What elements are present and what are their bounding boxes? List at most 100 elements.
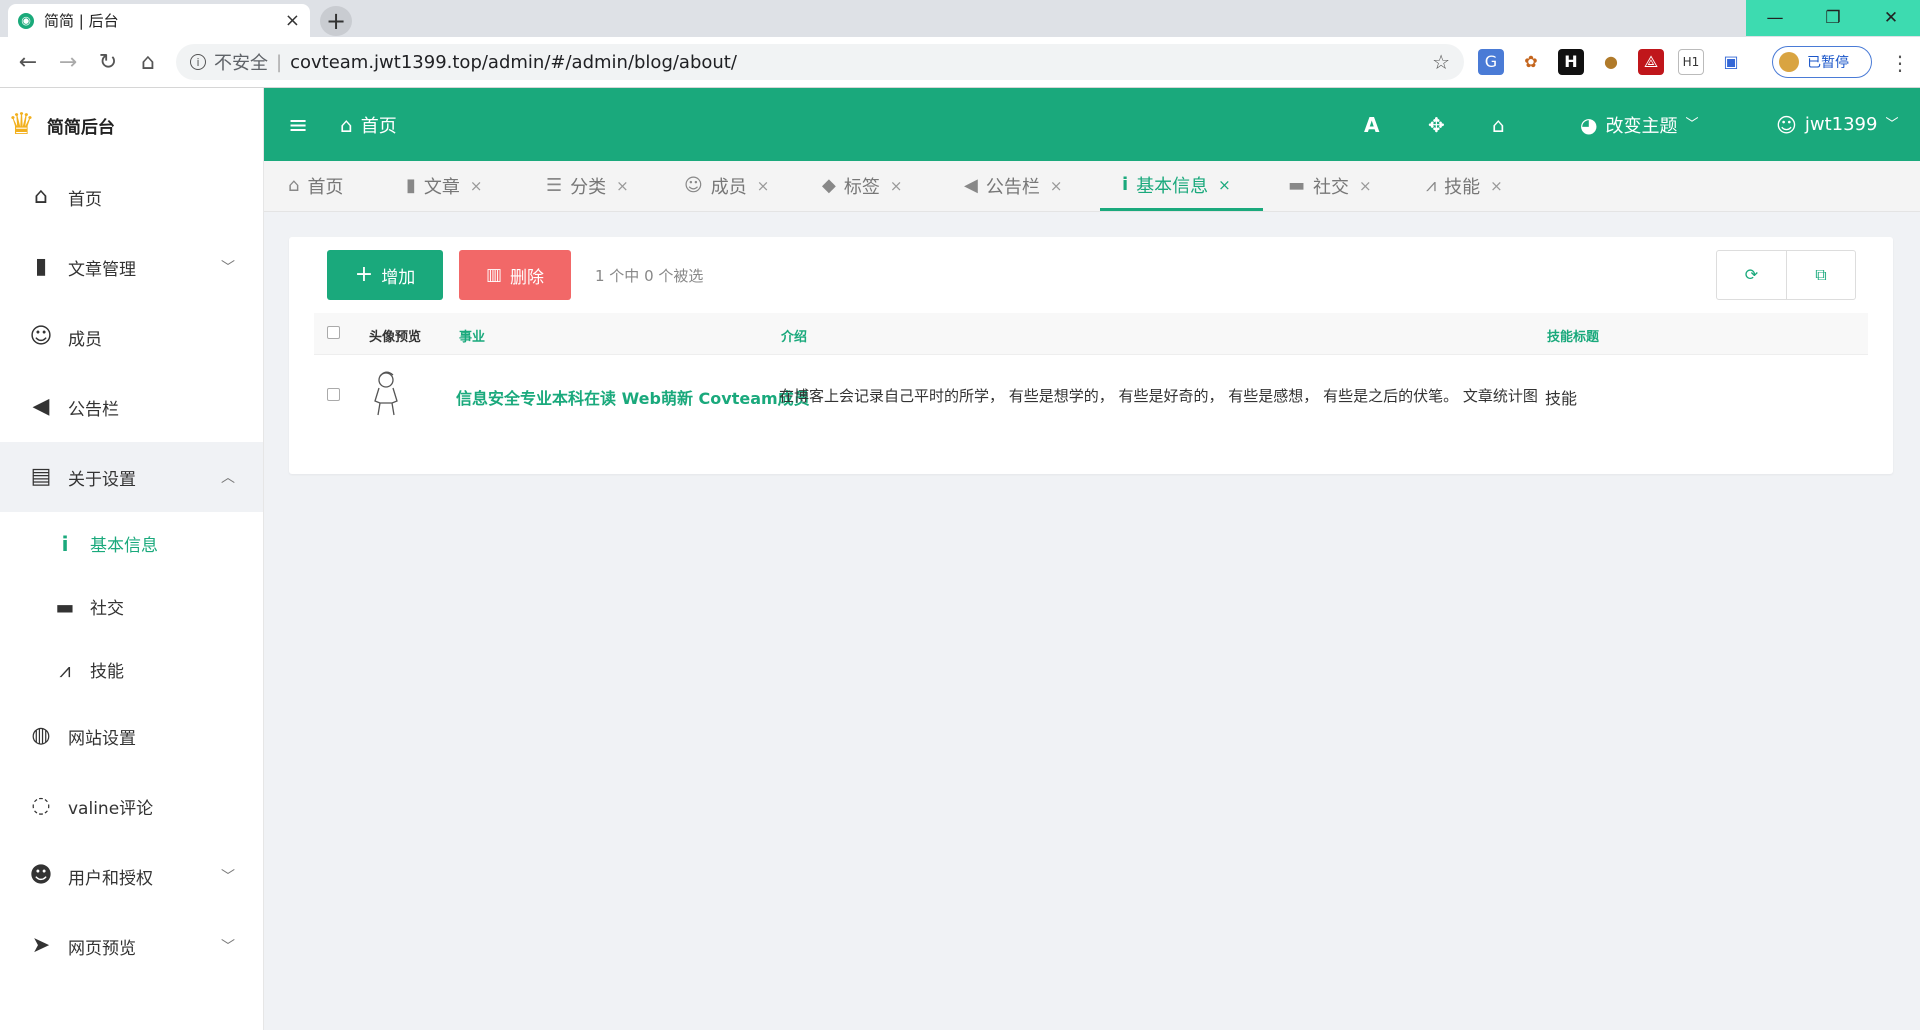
minimize-button[interactable]: —	[1746, 0, 1804, 36]
user-icon: ☺	[684, 175, 703, 196]
bullhorn-icon: ◀	[32, 394, 50, 419]
export-icon[interactable]: ⧉	[1786, 251, 1855, 299]
tab-label: 社交	[1313, 177, 1350, 198]
h-extension-icon[interactable]: H	[1558, 49, 1584, 75]
row-checkbox[interactable]	[327, 388, 340, 401]
sidebar-item-home[interactable]: ⌂ 首页	[0, 162, 263, 232]
bullhorn-icon: ◀	[964, 175, 978, 196]
home-button[interactable]: ⌂	[134, 49, 162, 77]
header-home-link[interactable]: ⌂ 首页	[340, 88, 397, 161]
tab-skills[interactable]: ⩘ 技能 ×	[1426, 161, 1503, 211]
crown-logo-icon: ♛	[8, 107, 35, 142]
tab-close-icon[interactable]: ×	[1359, 177, 1372, 195]
user-lock-icon: ☻	[29, 863, 53, 888]
tab-close-icon[interactable]: ×	[1050, 177, 1063, 195]
home-icon: ⌂	[1492, 112, 1505, 137]
paused-label: 已暂停	[1807, 55, 1849, 71]
drafting-compass-icon: ⩘	[1426, 175, 1437, 196]
tags-icon: ◆	[822, 175, 836, 196]
reload-button[interactable]: ↻	[94, 49, 122, 77]
tab-close-icon[interactable]: ×	[1218, 176, 1231, 194]
tab-tags[interactable]: ◆ 标签 ×	[822, 161, 902, 211]
column-header-intro[interactable]: 介绍	[781, 326, 807, 345]
back-button[interactable]: ←	[14, 49, 42, 77]
pdf-extension-icon[interactable]: ⟁	[1638, 49, 1664, 75]
book-icon: ▮	[406, 175, 416, 196]
url-text[interactable]: covteam.jwt1399.top/admin/#/admin/blog/a…	[290, 52, 737, 73]
info-icon: i	[1122, 173, 1129, 195]
info-icon: i	[61, 531, 69, 556]
bookmark-star-icon[interactable]: ☆	[1432, 50, 1450, 74]
column-header-skill-title[interactable]: 技能标题	[1547, 326, 1599, 345]
sidebar-item-members[interactable]: ☺ 成员	[0, 302, 263, 372]
tab-social[interactable]: ▬ 社交 ×	[1288, 161, 1372, 211]
list-icon: ☰	[546, 175, 563, 196]
sidebar-subitem-skills[interactable]: ⩘ 技能	[0, 638, 263, 701]
sidebar-item-users-auth[interactable]: ☻ 用户和授权 ﹀	[0, 841, 263, 911]
sidebar-item-articles[interactable]: ▮ 文章管理 ﹀	[0, 232, 263, 302]
sidebar: ♛ 简简后台 ⌂ 首页 ▮ 文章管理 ﹀ ☺ 成员 ◀ 公告栏 ▤ 关于设置 ︿…	[0, 88, 264, 1030]
tab-categories[interactable]: ☰ 分类 ×	[546, 161, 629, 211]
info-icon[interactable]: i	[190, 54, 206, 70]
address-bar[interactable]: i 不安全 | covteam.jwt1399.top/admin/#/admi…	[176, 44, 1464, 80]
table-header: 头像预览 事业 介绍 技能标题	[314, 313, 1868, 355]
user-icon: ☺	[1776, 112, 1797, 137]
close-tab-icon[interactable]: ×	[285, 10, 300, 31]
drafting-compass-icon: ⩘	[59, 657, 71, 682]
cell-career[interactable]: 信息安全专业本科在读 Web萌新 Covteam成员	[456, 385, 810, 409]
refresh-icon[interactable]: ⟳	[1717, 251, 1786, 299]
column-header-career[interactable]: 事业	[459, 326, 485, 345]
chevron-down-icon: ﹀	[1685, 117, 1699, 132]
h1-extension-icon[interactable]: H1	[1678, 49, 1704, 75]
table-row[interactable]: 信息安全专业本科在读 Web萌新 Covteam成员 在博客上会记录自己平时的所…	[314, 355, 1868, 437]
tab-close-icon[interactable]: ×	[616, 177, 629, 195]
tab-basic-info[interactable]: i 基本信息 ×	[1100, 161, 1263, 211]
header-home-button[interactable]: ⌂	[1492, 88, 1505, 161]
tab-close-icon[interactable]: ×	[1490, 177, 1503, 195]
delete-button[interactable]: ▥ 删除	[459, 250, 571, 300]
fox-extension-icon[interactable]: ✿	[1518, 49, 1544, 75]
sidebar-item-site-settings[interactable]: ◍ 网站设置	[0, 701, 263, 771]
browser-tab-title: 简简 | 后台	[44, 12, 119, 30]
change-theme-dropdown[interactable]: ◕ 改变主题 ﹀	[1580, 88, 1698, 161]
sidebar-subitem-label: 技能	[90, 662, 124, 682]
user-icon: ☺	[29, 324, 53, 349]
user-dropdown[interactable]: ☺ jwt1399 ﹀	[1776, 88, 1898, 161]
page-tabs: ⌂ 首页 ▮ 文章 × ☰ 分类 × ☺ 成员 × ◆ 标签 × ◀ 公告栏 ×…	[264, 161, 1920, 212]
globe-icon: ◍	[31, 723, 51, 748]
add-button[interactable]: + 增加	[327, 250, 443, 300]
menu-toggle-button[interactable]: ≡	[288, 88, 308, 161]
sidebar-item-label: 文章管理	[68, 259, 136, 280]
browser-tab[interactable]: ◉ 简简 | 后台 ×	[8, 4, 310, 37]
brand[interactable]: ♛ 简简后台	[0, 88, 263, 162]
reader-extension-icon[interactable]: ▣	[1718, 49, 1744, 75]
tab-articles[interactable]: ▮ 文章 ×	[406, 161, 482, 211]
sidebar-subitem-social[interactable]: ▬ 社交	[0, 575, 263, 638]
sidebar-item-bulletin[interactable]: ◀ 公告栏	[0, 372, 263, 442]
header-home-label: 首页	[360, 115, 397, 137]
tab-home[interactable]: ⌂ 首页	[288, 161, 343, 211]
browser-menu-icon[interactable]: ⋮	[1890, 51, 1910, 75]
tab-members[interactable]: ☺ 成员 ×	[684, 161, 769, 211]
font-size-button[interactable]: A	[1364, 88, 1379, 161]
id-card-icon: ▤	[30, 464, 52, 489]
tab-close-icon[interactable]: ×	[757, 177, 770, 195]
select-all-checkbox[interactable]	[327, 326, 340, 339]
plus-icon: +	[354, 262, 374, 287]
sidebar-item-about-settings[interactable]: ▤ 关于设置 ︿	[0, 442, 263, 512]
tab-bulletin[interactable]: ◀ 公告栏 ×	[964, 161, 1062, 211]
tab-close-icon[interactable]: ×	[890, 177, 903, 195]
forward-button[interactable]: →	[54, 49, 82, 77]
close-window-button[interactable]: ✕	[1862, 0, 1920, 36]
tab-close-icon[interactable]: ×	[470, 177, 483, 195]
sidebar-item-label: 用户和授权	[68, 868, 153, 889]
profile-paused-button[interactable]: 已暂停	[1772, 46, 1872, 78]
fullscreen-button[interactable]: ✥	[1428, 88, 1445, 161]
cookie-extension-icon[interactable]: ●	[1598, 49, 1624, 75]
sidebar-subitem-basic-info[interactable]: i 基本信息	[0, 512, 263, 575]
sidebar-item-valine-comments[interactable]: ◌ valine评论	[0, 771, 263, 841]
translate-extension-icon[interactable]: G	[1478, 49, 1504, 75]
sidebar-item-web-preview[interactable]: ➤ 网页预览 ﹀	[0, 911, 263, 981]
restore-button[interactable]: ❐	[1804, 0, 1862, 36]
new-tab-button[interactable]: +	[320, 6, 352, 36]
